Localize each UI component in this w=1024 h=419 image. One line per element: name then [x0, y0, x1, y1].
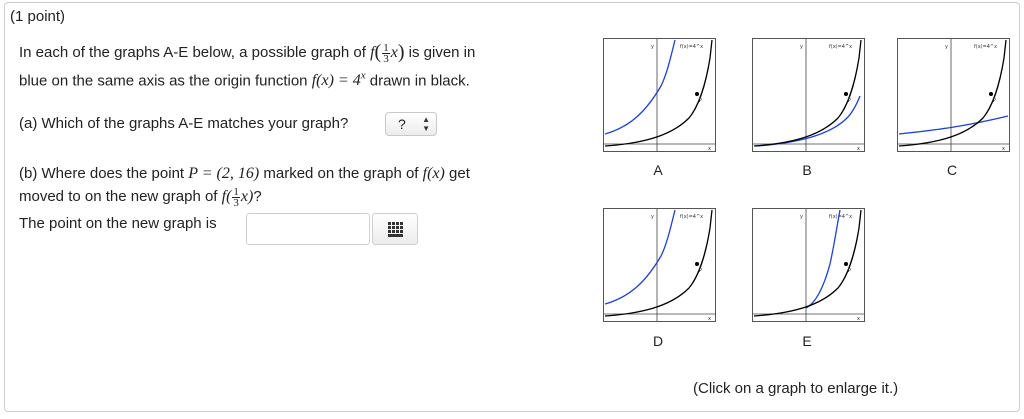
point-p-label: P: [699, 268, 702, 274]
answer-label: The point on the new graph is: [19, 215, 217, 232]
part-b-line-1: (b) Where does the point P = (2, 16) mar…: [19, 165, 470, 183]
select-value: ?: [398, 116, 406, 132]
answer-input[interactable]: [246, 213, 370, 245]
function-label: f(x)=4^x: [829, 44, 852, 50]
graph-c[interactable]: y x f(x)=4^x P: [897, 38, 1010, 152]
point-p-marker: [844, 92, 848, 96]
intro-math-text: f(x) = 4: [311, 72, 361, 90]
intro-frac-den: 3: [383, 52, 389, 65]
x-axis-label: x: [708, 316, 711, 322]
enlarge-hint: (Click on a graph to enlarge it.): [693, 380, 899, 397]
point-p-marker: [695, 92, 699, 96]
intro-fraction: 13: [382, 41, 390, 65]
y-axis-label: y: [945, 44, 948, 50]
grid-icon: [388, 222, 403, 237]
equation-palette-button[interactable]: [372, 213, 418, 245]
graph-e-plot: y x f(x)=4^x P: [752, 208, 865, 322]
intro-text-1: In each of the graphs A-E below, a possi…: [19, 44, 366, 61]
x-axis-label: x: [857, 316, 860, 322]
part-b-text-4: moved to on the new graph of: [19, 188, 218, 205]
intro-exponent: x: [360, 70, 366, 82]
part-b-frac-num: 1: [232, 185, 240, 198]
intro-line-1: In each of the graphs A-E below, a possi…: [19, 38, 475, 66]
part-b-fx: f(x): [422, 165, 445, 182]
function-label: f(x)=4^x: [829, 214, 852, 220]
part-b-f: f(: [221, 188, 232, 205]
y-axis-label: y: [800, 214, 803, 220]
point-p-label: P: [848, 98, 851, 104]
point-p-marker: [695, 262, 699, 266]
part-b-fraction: 13: [232, 185, 240, 209]
function-label: f(x)=4^x: [680, 44, 703, 50]
intro-text-4: drawn in black.: [369, 72, 470, 90]
graph-d-plot: y x f(x)=4^x P: [603, 208, 716, 322]
point-p-label: P: [699, 98, 702, 104]
graph-a[interactable]: y x f(x)=4^x P: [603, 38, 716, 152]
y-axis-label: y: [651, 214, 654, 220]
part-b-text-3: get: [449, 165, 470, 182]
intro-var: x: [390, 44, 398, 61]
part-b-text-2: marked on the graph of: [263, 165, 419, 182]
part-b-point: P = (2, 16): [188, 165, 260, 182]
part-b-question-mark: ?: [253, 188, 262, 205]
graph-e[interactable]: y x f(x)=4^x P: [752, 208, 865, 322]
graph-b[interactable]: y x f(x)=4^x P: [752, 38, 865, 152]
close-paren: ): [397, 41, 405, 63]
intro-frac-num: 1: [382, 41, 390, 54]
graph-c-label: C: [946, 162, 958, 178]
x-axis-label: x: [708, 146, 711, 152]
function-label: f(x)=4^x: [680, 214, 703, 220]
x-axis-label: x: [857, 146, 860, 152]
point-p-label: P: [848, 268, 851, 274]
part-b-line-2: moved to on the new graph of f(1 3 x)?: [19, 185, 262, 209]
graph-b-plot: y x f(x)=4^x P: [752, 38, 865, 152]
graph-choice-select[interactable]: ? ▲ ▼: [385, 112, 437, 136]
point-p-marker: [989, 92, 993, 96]
up-down-arrows-icon: ▲ ▼: [422, 115, 430, 133]
point-p-label: P: [993, 98, 996, 104]
points-label: (1 point): [10, 8, 66, 25]
graph-a-label: A: [653, 162, 663, 178]
x-axis-label: x: [1002, 146, 1005, 152]
graph-e-label: E: [802, 333, 812, 349]
open-paren: (: [374, 41, 382, 63]
y-axis-label: y: [651, 44, 654, 50]
y-axis-label: y: [800, 44, 803, 50]
part-b-text-1: (b) Where does the point: [19, 165, 185, 182]
function-label: f(x)=4^x: [974, 44, 997, 50]
intro-line-2: blue on the same axis as the origin func…: [19, 67, 470, 90]
part-b-x: x): [240, 188, 254, 205]
part-b-frac-den: 3: [233, 196, 239, 209]
graph-c-plot: y x f(x)=4^x P: [897, 38, 1010, 152]
intro-text-2: is given in: [408, 44, 476, 61]
point-p-marker: [844, 262, 848, 266]
graph-b-label: B: [802, 162, 812, 178]
intro-math: f(x) = 4x: [311, 70, 366, 90]
intro-text-3: blue on the same axis as the origin func…: [19, 72, 308, 90]
part-a-prompt: (a) Which of the graphs A-E matches your…: [19, 115, 349, 132]
graph-d-label: D: [652, 333, 664, 349]
graph-d[interactable]: y x f(x)=4^x P: [603, 208, 716, 322]
graph-a-plot: y x f(x)=4^x P: [603, 38, 716, 152]
